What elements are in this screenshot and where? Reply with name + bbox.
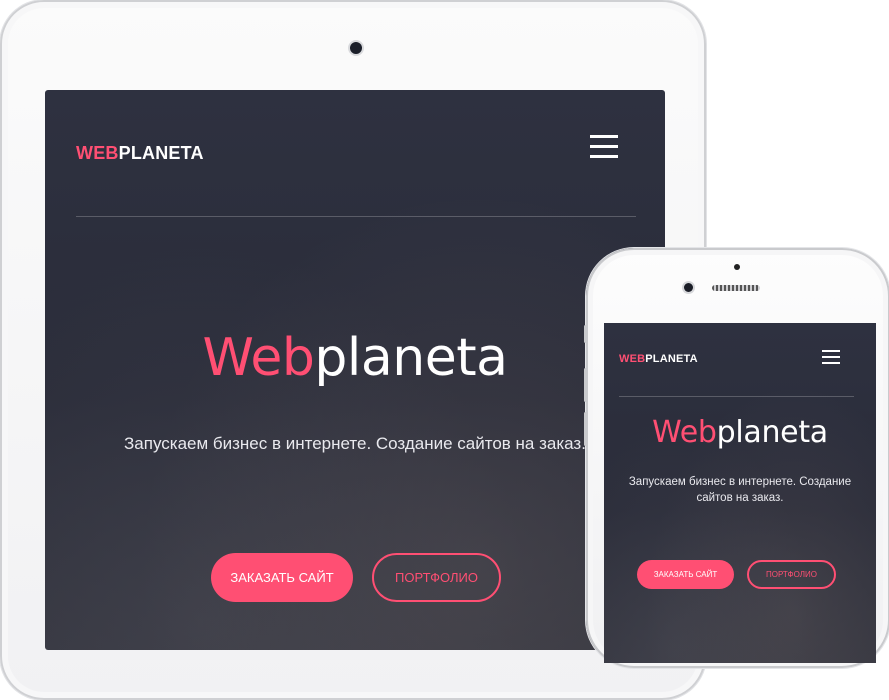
order-site-button[interactable]: ЗАКАЗАТЬ САЙТ bbox=[211, 553, 353, 602]
phone-sensor bbox=[734, 264, 740, 270]
phone-device: WEBPLANETA Webplaneta Запускаем бизнес в… bbox=[584, 248, 889, 668]
header-divider bbox=[76, 216, 636, 217]
hamburger-menu-icon[interactable] bbox=[822, 350, 840, 368]
hero-subtitle: Запускаем бизнес в интернете. Создание с… bbox=[628, 476, 852, 504]
phone-mute-switch bbox=[584, 325, 587, 343]
hero-title: Webplaneta bbox=[652, 415, 828, 450]
phone-speaker bbox=[712, 285, 760, 291]
hero-title: Webplaneta bbox=[202, 328, 508, 388]
tablet-camera bbox=[350, 42, 362, 54]
header-divider bbox=[619, 396, 854, 397]
phone-volume-down bbox=[584, 412, 587, 446]
phone-screen: WEBPLANETA Webplaneta Запускаем бизнес в… bbox=[604, 323, 876, 663]
site-logo[interactable]: WEBPLANETA bbox=[76, 143, 204, 164]
hamburger-menu-icon[interactable] bbox=[590, 135, 618, 165]
site-logo[interactable]: WEBPLANETA bbox=[619, 353, 698, 365]
portfolio-button[interactable]: ПОРТФОЛИО bbox=[747, 560, 836, 589]
tablet-screen: WEBPLANETA Webplaneta Запускаем бизнес в… bbox=[45, 90, 665, 650]
order-site-button[interactable]: ЗАКАЗАТЬ САЙТ bbox=[637, 560, 734, 589]
portfolio-button[interactable]: ПОРТФОЛИО bbox=[372, 553, 501, 602]
phone-camera bbox=[684, 283, 693, 292]
hero-subtitle: Запускаем бизнес в интернете. Создание с… bbox=[124, 434, 586, 453]
phone-volume-up bbox=[584, 368, 587, 402]
